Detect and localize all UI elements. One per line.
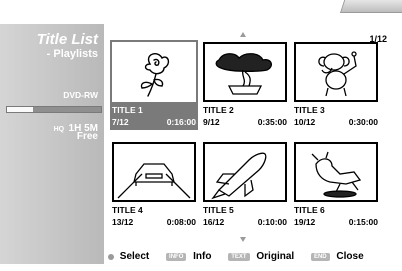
title-meta: 9/12 0:35:00 xyxy=(203,117,287,127)
title-date: 9/12 xyxy=(203,117,220,127)
title-date: 19/12 xyxy=(294,217,316,227)
page-title: Title List xyxy=(36,31,98,48)
record-mode: HQ xyxy=(53,126,65,133)
title-date: 7/12 xyxy=(112,117,129,127)
title-name: TITLE 4 xyxy=(112,205,143,215)
disc-type: DVD-RW xyxy=(63,90,98,100)
title-duration: 0:08:00 xyxy=(166,217,196,227)
title-thumbnail-1 xyxy=(112,42,196,102)
title-meta: 13/12 0:08:00 xyxy=(112,217,196,227)
title-duration: 0:16:00 xyxy=(166,117,196,127)
legend-close[interactable]: Close xyxy=(336,251,363,262)
title-duration: 0:15:00 xyxy=(348,217,378,227)
title-name: TITLE 3 xyxy=(294,105,325,115)
select-dot-icon xyxy=(108,253,114,260)
title-thumbnail-3 xyxy=(294,42,378,102)
bonsai-tree-icon xyxy=(215,53,272,95)
title-name: TITLE 2 xyxy=(203,105,234,115)
text-key-icon: TEXT xyxy=(228,252,250,261)
title-date: 13/12 xyxy=(112,217,134,227)
elephant-icon xyxy=(318,51,357,97)
car-icon xyxy=(117,163,191,199)
space-shuttle-icon xyxy=(211,152,267,200)
legend-original[interactable]: Original xyxy=(256,251,294,262)
side-panel: Title List - Playlists DVD-RW HQ 1H 5M F… xyxy=(0,24,104,264)
dog-icon xyxy=(311,151,362,198)
scroll-up-arrow-icon[interactable] xyxy=(240,32,246,37)
title-thumbnail-2 xyxy=(203,42,287,102)
title-meta: 10/12 0:30:00 xyxy=(294,117,378,127)
disc-usage-fill xyxy=(7,107,34,112)
page-subtitle: - Playlists xyxy=(46,48,98,60)
free-label: Free xyxy=(76,131,98,142)
title-duration: 0:30:00 xyxy=(348,117,378,127)
title-meta: 19/12 0:15:00 xyxy=(294,217,378,227)
title-thumbnail-6 xyxy=(294,142,378,202)
title-name: TITLE 6 xyxy=(294,205,325,215)
title-date: 16/12 xyxy=(203,217,225,227)
title-thumbnail-5 xyxy=(203,142,287,202)
button-legend: Select INFO Info TEXT Original END Close xyxy=(108,251,364,262)
legend-info[interactable]: Info xyxy=(193,251,211,262)
corner-tab xyxy=(340,0,402,13)
title-name: TITLE 5 xyxy=(203,205,234,215)
legend-select[interactable]: Select xyxy=(120,251,149,262)
info-key-icon: INFO xyxy=(166,252,187,261)
scroll-down-arrow-icon[interactable] xyxy=(240,237,246,242)
disc-usage-bar xyxy=(6,106,102,113)
title-date: 10/12 xyxy=(294,117,316,127)
title-duration: 0:10:00 xyxy=(257,217,287,227)
title-meta: 7/12 0:16:00 xyxy=(112,117,196,127)
panel-heading: Title List - Playlists xyxy=(37,32,98,61)
title-duration: 0:35:00 xyxy=(257,117,287,127)
title-meta: 16/12 0:10:00 xyxy=(203,217,287,227)
title-thumbnail-4 xyxy=(112,142,196,202)
rose-icon xyxy=(140,53,170,97)
title-name: TITLE 1 xyxy=(112,105,143,115)
end-key-icon: END xyxy=(310,252,330,261)
